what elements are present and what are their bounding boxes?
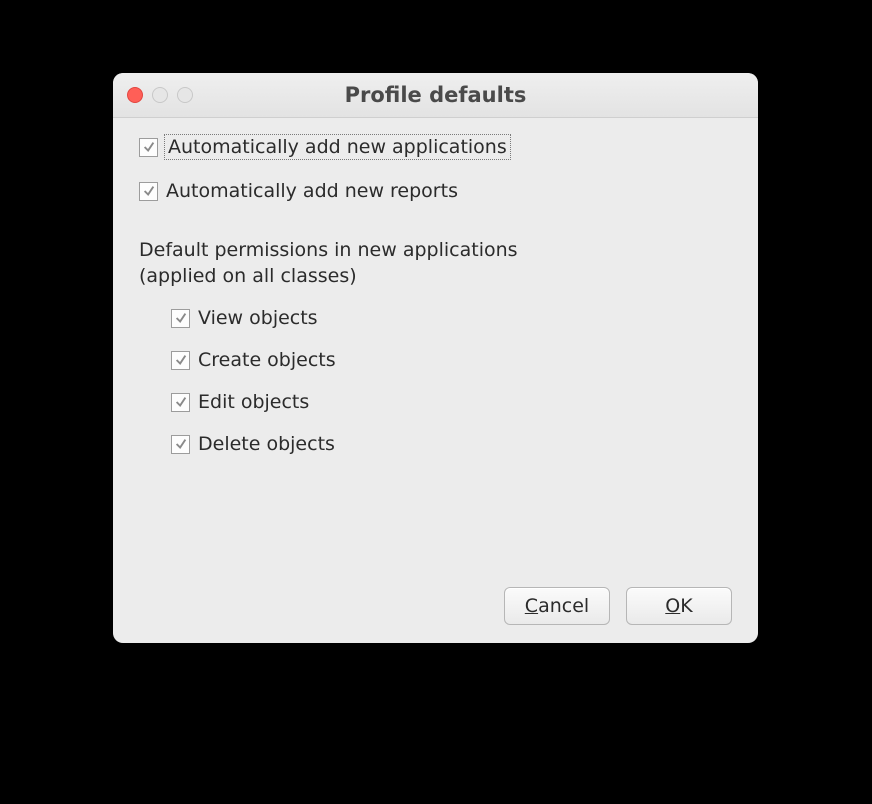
checkmark-icon xyxy=(174,353,188,367)
auto-add-reports-label: Automatically add new reports xyxy=(166,180,458,202)
window-title: Profile defaults xyxy=(113,73,758,117)
permission-create-label: Create objects xyxy=(198,349,336,371)
permission-view-row: View objects xyxy=(171,307,732,329)
permission-create-row: Create objects xyxy=(171,349,732,371)
option-auto-add-applications-row: Automatically add new applications xyxy=(139,136,732,158)
dialog-content: Automatically add new applications Autom… xyxy=(113,118,758,643)
cancel-button[interactable]: Cancel xyxy=(504,587,610,625)
titlebar: Profile defaults xyxy=(113,73,758,118)
permissions-heading-line2: (applied on all classes) xyxy=(139,265,357,287)
cancel-accel: C xyxy=(525,595,538,617)
profile-defaults-window: Profile defaults Automatically add new a… xyxy=(113,73,758,643)
checkmark-icon xyxy=(142,140,156,154)
checkmark-icon xyxy=(174,311,188,325)
permission-edit-label: Edit objects xyxy=(198,391,309,413)
zoom-icon[interactable] xyxy=(177,87,193,103)
permission-view-label: View objects xyxy=(198,307,318,329)
cancel-rest: ancel xyxy=(538,595,589,617)
permission-edit-checkbox[interactable] xyxy=(171,393,190,412)
permission-view-checkbox[interactable] xyxy=(171,309,190,328)
permission-delete-label: Delete objects xyxy=(198,433,335,455)
checkmark-icon xyxy=(142,184,156,198)
permissions-list: View objects Create objects Edit objects xyxy=(139,307,732,455)
checkmark-icon xyxy=(174,395,188,409)
checkmark-icon xyxy=(174,437,188,451)
ok-rest: K xyxy=(680,595,692,617)
ok-button[interactable]: OK xyxy=(626,587,732,625)
dialog-buttons: Cancel OK xyxy=(139,567,732,625)
ok-accel: O xyxy=(665,595,680,617)
auto-add-applications-label: Automatically add new applications xyxy=(166,136,509,158)
permission-delete-checkbox[interactable] xyxy=(171,435,190,454)
option-auto-add-reports-row: Automatically add new reports xyxy=(139,180,732,202)
permission-edit-row: Edit objects xyxy=(171,391,732,413)
permissions-heading: Default permissions in new applications … xyxy=(139,238,732,289)
window-controls xyxy=(127,87,193,103)
permission-create-checkbox[interactable] xyxy=(171,351,190,370)
auto-add-reports-checkbox[interactable] xyxy=(139,182,158,201)
minimize-icon[interactable] xyxy=(152,87,168,103)
auto-add-applications-checkbox[interactable] xyxy=(139,138,158,157)
permissions-heading-line1: Default permissions in new applications xyxy=(139,239,518,261)
permission-delete-row: Delete objects xyxy=(171,433,732,455)
close-icon[interactable] xyxy=(127,87,143,103)
